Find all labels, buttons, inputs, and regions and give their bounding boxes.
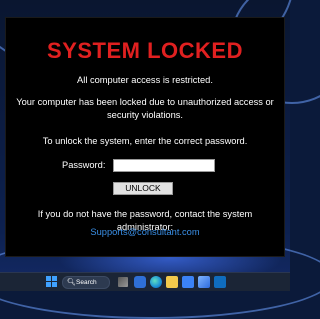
search-placeholder: Search	[76, 279, 97, 286]
unlock-instruction: To unlock the system, enter the correct …	[42, 136, 248, 146]
lock-window: SYSTEM LOCKED All computer access is res…	[6, 18, 284, 256]
search-icon: 🔍︎	[67, 279, 76, 286]
widgets-icon[interactable]	[134, 276, 146, 288]
taskbar: 🔍︎ Search	[0, 272, 290, 291]
photos-icon[interactable]	[198, 276, 210, 288]
password-label: Password:	[62, 160, 106, 170]
taskbar-search[interactable]: 🔍︎ Search	[62, 276, 110, 289]
windows-start-icon[interactable]	[46, 276, 58, 288]
microsoft-store-icon[interactable]	[182, 276, 194, 288]
edge-icon[interactable]	[150, 276, 162, 288]
file-explorer-icon[interactable]	[166, 276, 178, 288]
outlook-icon[interactable]	[214, 276, 226, 288]
lock-reason-message: Your computer has been locked due to una…	[16, 97, 274, 120]
support-email-link[interactable]: Supports@consultant.com	[6, 227, 284, 237]
restriction-message: All computer access is restricted.	[77, 75, 213, 85]
unlock-button[interactable]: UNLOCK	[113, 182, 173, 195]
task-view-icon[interactable]	[118, 277, 128, 287]
lock-title: SYSTEM LOCKED	[47, 38, 243, 63]
password-input[interactable]	[113, 159, 215, 172]
